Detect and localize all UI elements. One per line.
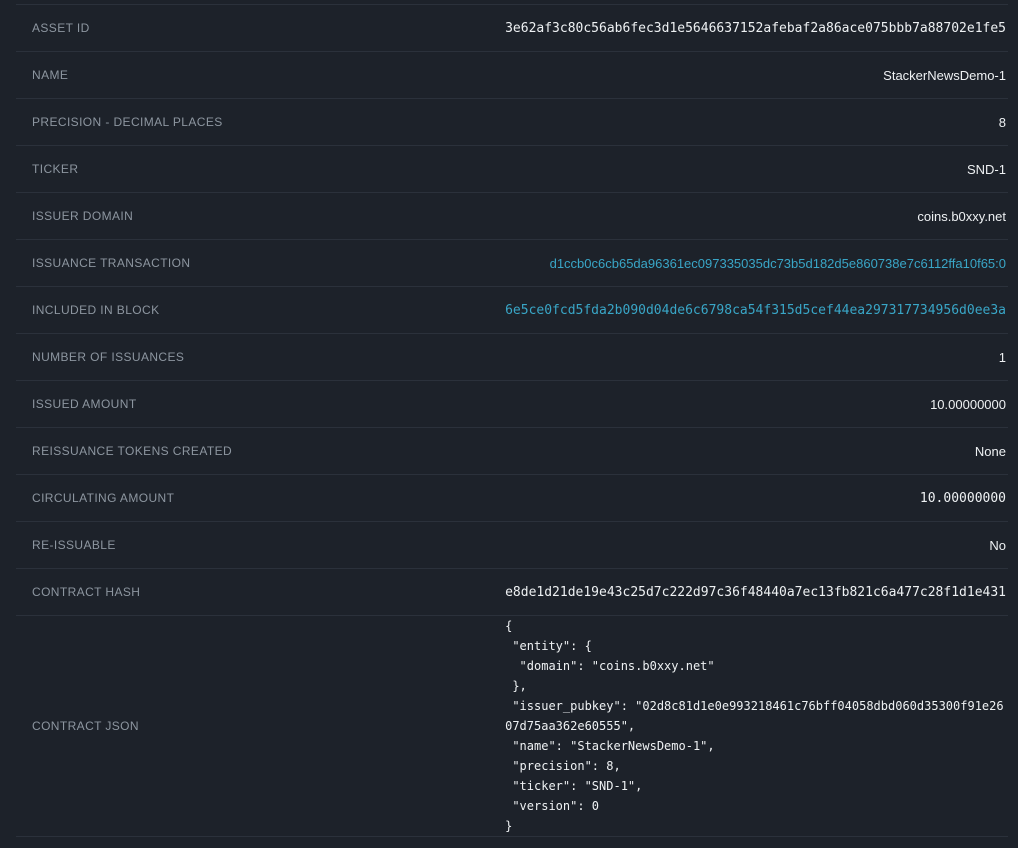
issued-amount-value: 10.00000000 [505,381,1008,428]
contract-json-code: { "entity": { "domain": "coins.b0xxy.net… [505,616,1006,836]
issuance-transaction-label: ISSUANCE TRANSACTION [16,240,505,287]
issuance-transaction-link[interactable]: d1ccb0c6cb65da96361ec097335035dc73b5d182… [550,256,1006,271]
re-issuable-label: RE-ISSUABLE [16,522,505,569]
contract-hash-label: CONTRACT HASH [16,569,505,616]
contract-hash-value: e8de1d21de19e43c25d7c222d97c36f48440a7ec… [505,569,1008,616]
asset-id-label: ASSET ID [16,5,505,52]
precision-value: 8 [505,99,1008,146]
table-row: NUMBER OF ISSUANCES 1 [16,334,1008,381]
issued-amount-label: ISSUED AMOUNT [16,381,505,428]
reissuance-tokens-created-label: REISSUANCE TOKENS CREATED [16,428,505,475]
ticker-label: TICKER [16,146,505,193]
table-row: REISSUANCE TOKENS CREATED None [16,428,1008,475]
table-row: ISSUER DOMAIN coins.b0xxy.net [16,193,1008,240]
contract-json-label: CONTRACT JSON [16,616,505,837]
ticker-value: SND-1 [505,146,1008,193]
name-label: NAME [16,52,505,99]
table-row: NAME StackerNewsDemo-1 [16,52,1008,99]
issuer-domain-label: ISSUER DOMAIN [16,193,505,240]
asset-details-table: ASSET ID 3e62af3c80c56ab6fec3d1e56466371… [16,4,1008,837]
table-row: CIRCULATING AMOUNT 10.00000000 [16,475,1008,522]
re-issuable-value: No [505,522,1008,569]
table-row: CONTRACT JSON { "entity": { "domain": "c… [16,616,1008,837]
table-row: ASSET ID 3e62af3c80c56ab6fec3d1e56466371… [16,5,1008,52]
name-value: StackerNewsDemo-1 [505,52,1008,99]
included-in-block-label: INCLUDED IN BLOCK [16,287,505,334]
number-of-issuances-value: 1 [505,334,1008,381]
circulating-amount-value: 10.00000000 [505,475,1008,522]
issuer-domain-value: coins.b0xxy.net [505,193,1008,240]
table-row: RE-ISSUABLE No [16,522,1008,569]
circulating-amount-label: CIRCULATING AMOUNT [16,475,505,522]
table-row: PRECISION - DECIMAL PLACES 8 [16,99,1008,146]
included-in-block-link[interactable]: 6e5ce0fcd5fda2b090d04de6c6798ca54f315d5c… [505,303,1006,318]
table-row: ISSUED AMOUNT 10.00000000 [16,381,1008,428]
table-row: ISSUANCE TRANSACTION d1ccb0c6cb65da96361… [16,240,1008,287]
number-of-issuances-label: NUMBER OF ISSUANCES [16,334,505,381]
table-row: INCLUDED IN BLOCK 6e5ce0fcd5fda2b090d04d… [16,287,1008,334]
table-row: CONTRACT HASH e8de1d21de19e43c25d7c222d9… [16,569,1008,616]
asset-id-value: 3e62af3c80c56ab6fec3d1e5646637152afebaf2… [505,5,1008,52]
precision-label: PRECISION - DECIMAL PLACES [16,99,505,146]
asset-details-panel: ASSET ID 3e62af3c80c56ab6fec3d1e56466371… [16,4,1008,837]
reissuance-tokens-created-value: None [505,428,1008,475]
table-row: TICKER SND-1 [16,146,1008,193]
